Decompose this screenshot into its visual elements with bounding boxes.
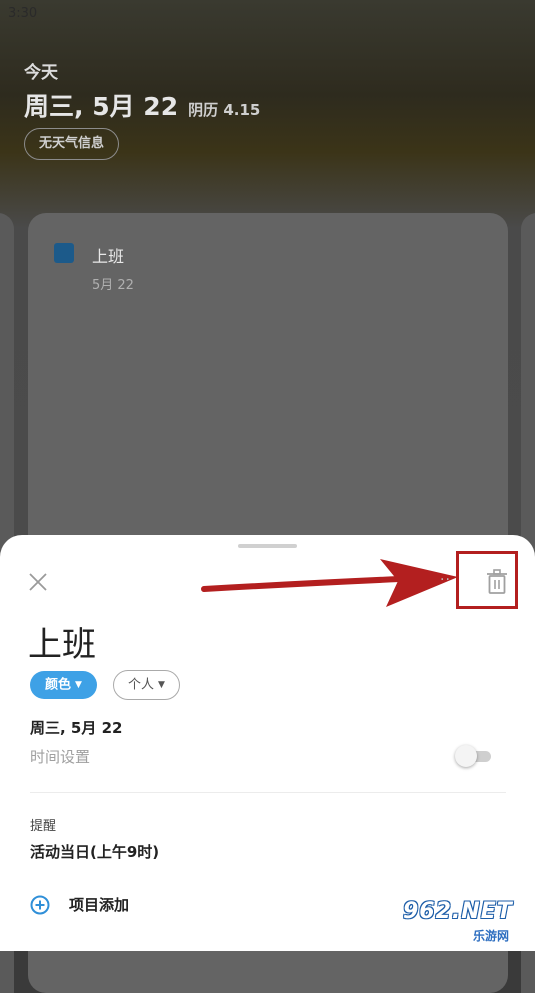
- more-icon[interactable]: ··: [440, 572, 451, 588]
- watermark-logo: 962.NET 乐游网: [395, 897, 531, 947]
- chevron-down-icon: ▼: [75, 680, 82, 690]
- add-circle-icon: [30, 895, 50, 914]
- annotation-highlight-box: [456, 551, 518, 609]
- chevron-down-icon: ▼: [158, 680, 165, 690]
- current-date: 周三, 5月 22: [24, 92, 179, 121]
- card-event-title[interactable]: 上班: [92, 243, 124, 267]
- annotation-arrow: [201, 559, 458, 607]
- reminder-value[interactable]: 活动当日(上午9时): [30, 841, 159, 862]
- reminder-label: 提醒: [30, 819, 57, 834]
- toggle-knob: [455, 745, 477, 767]
- weather-button[interactable]: 无天气信息: [24, 128, 120, 160]
- card-event-date: 5月 22: [92, 278, 134, 293]
- color-chip[interactable]: 颜色 ▼: [30, 671, 97, 699]
- color-chip-label: 颜色: [45, 677, 72, 693]
- divider: [30, 792, 506, 793]
- status-bar-time: 3:30: [8, 6, 38, 21]
- category-chip-label: 个人: [128, 677, 155, 693]
- watermark-bottom-text: 乐游网: [473, 929, 510, 943]
- date-header: 今天 周三, 5月 22 阴历 4.15: [24, 58, 260, 123]
- add-item-button[interactable]: 项目添加: [30, 894, 129, 915]
- watermark-top-text: 962.NET: [403, 899, 513, 924]
- sheet-drag-handle[interactable]: [238, 544, 297, 548]
- category-chip[interactable]: 个人 ▼: [113, 670, 180, 700]
- event-detail-sheet: ·· 上班 颜色 ▼ 个人 ▼ 周三, 5月 22 时间设置 提醒 活动当日(上午9…: [0, 535, 535, 951]
- event-title[interactable]: 上班: [28, 617, 96, 666]
- time-setting-label: 时间设置: [30, 748, 91, 766]
- add-item-label: 项目添加: [69, 896, 130, 914]
- event-date[interactable]: 周三, 5月 22: [30, 717, 122, 738]
- lunar-date: 阴历 4.15: [188, 101, 261, 119]
- event-color-checkbox[interactable]: [54, 243, 74, 263]
- time-setting-toggle[interactable]: [455, 745, 491, 767]
- today-label: 今天: [24, 63, 58, 83]
- date-row: 周三, 5月 22 阴历 4.15: [24, 87, 260, 123]
- close-icon[interactable]: [28, 572, 48, 592]
